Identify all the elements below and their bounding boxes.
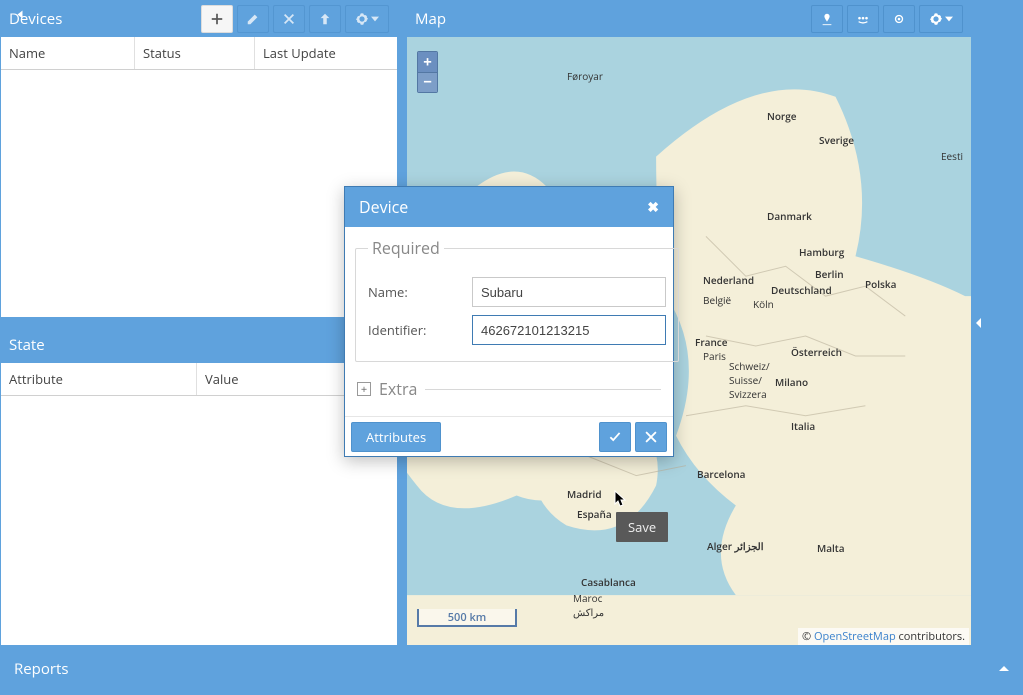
- required-fieldset: Required Name: Identifier:: [355, 237, 679, 362]
- required-legend: Required: [368, 237, 444, 259]
- reports-panel-collapsed[interactable]: Reports: [0, 646, 1023, 691]
- device-settings-button[interactable]: [345, 5, 389, 33]
- dialog-header[interactable]: Device ✖: [345, 187, 673, 227]
- dialog-title: Device: [359, 196, 408, 218]
- state-header: State: [1, 327, 397, 363]
- splitter-collapse-events[interactable]: [974, 0, 982, 646]
- locate-button[interactable]: [883, 5, 915, 33]
- devices-header: Devices: [1, 1, 397, 37]
- reports-title: Reports: [14, 659, 69, 679]
- add-device-button[interactable]: [201, 5, 233, 33]
- name-label: Name:: [368, 283, 472, 301]
- zoom-in-button[interactable]: +: [418, 52, 437, 72]
- map-header: Map: [407, 1, 971, 37]
- save-button[interactable]: [599, 422, 631, 452]
- state-table-header: Attribute Value: [1, 363, 397, 396]
- edit-device-button[interactable]: [237, 5, 269, 33]
- geofences-button[interactable]: [847, 5, 879, 33]
- col-status[interactable]: Status: [135, 37, 255, 69]
- send-command-button[interactable]: [309, 5, 341, 33]
- map-title: Map: [415, 9, 811, 29]
- save-tooltip: Save: [616, 512, 668, 542]
- name-input[interactable]: [472, 277, 666, 307]
- osm-link[interactable]: OpenStreetMap: [814, 629, 896, 644]
- cancel-button[interactable]: [635, 422, 667, 452]
- devices-panel: Devices Name Status Last Update: [0, 0, 398, 318]
- zoom-control: + −: [417, 51, 438, 93]
- extra-fieldset-toggle[interactable]: + Extra: [357, 378, 661, 400]
- map-settings-button[interactable]: [919, 5, 963, 33]
- devices-table-header: Name Status Last Update: [1, 37, 397, 70]
- expand-extra-icon[interactable]: +: [357, 382, 371, 396]
- scale-bar: 500 km: [417, 609, 517, 627]
- state-panel: State Attribute Value: [0, 326, 398, 646]
- state-title: State: [9, 335, 389, 355]
- dialog-footer: Attributes: [345, 416, 673, 456]
- remove-device-button[interactable]: [273, 5, 305, 33]
- devices-title: Devices: [9, 9, 201, 29]
- close-icon[interactable]: ✖: [647, 198, 659, 217]
- attributes-button[interactable]: Attributes: [351, 422, 441, 452]
- identifier-input[interactable]: [472, 315, 666, 345]
- divider: [425, 389, 661, 390]
- expand-icon: [18, 11, 23, 19]
- device-dialog: Device ✖ Required Name: Identifier: + Ex…: [344, 186, 674, 457]
- zoom-out-button[interactable]: −: [418, 72, 437, 92]
- col-last-update[interactable]: Last Update: [255, 37, 397, 69]
- col-attribute[interactable]: Attribute: [1, 363, 197, 395]
- map-attribution: © OpenStreetMap contributors.: [798, 628, 969, 645]
- identifier-label: Identifier:: [368, 321, 472, 339]
- col-name[interactable]: Name: [1, 37, 135, 69]
- expand-icon: [999, 666, 1009, 671]
- extra-legend: Extra: [379, 378, 417, 400]
- follow-button[interactable]: [811, 5, 843, 33]
